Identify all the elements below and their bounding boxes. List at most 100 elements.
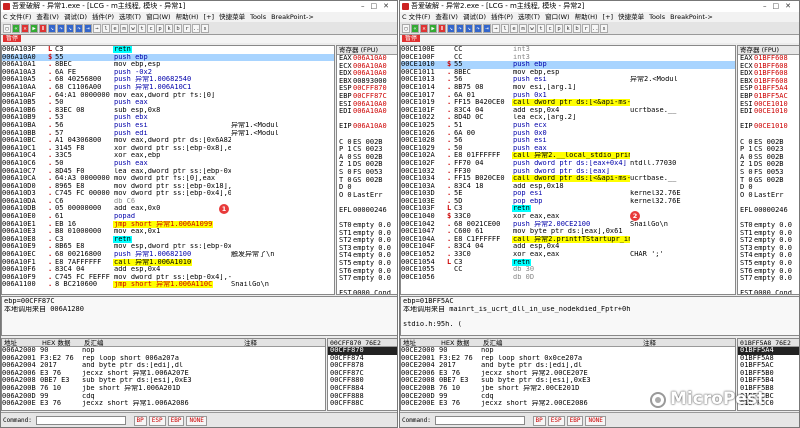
register-row[interactable]: Z 1DS 002B [337,161,397,169]
disasm-row[interactable]: 00CE102A. E8 01FFFFFF call 异常2.__local_std… [401,152,735,160]
disasm-row[interactable]: 00CE103D. 5E pop esi kernel32.76E [401,190,735,198]
stack-row[interactable]: 00CFF880 [328,377,397,385]
trace-over-icon[interactable]: ↷ [75,23,83,33]
stack-row[interactable]: 00CFF878 [328,362,397,370]
register-row[interactable]: ST4empty 0.0 [337,252,397,260]
dump-row[interactable]: 006A200E E3 76 jecxz short 异常1.006A2086 [2,400,325,408]
esp-button[interactable]: ESP [148,416,166,426]
dump-pane[interactable]: 地址 HEX 数据 反汇编 注释 006A2000 90 nop 006A2001 F3:E2 … [1,338,326,411]
step-over-icon[interactable]: ↷ [456,23,464,33]
toolbar-letter-button[interactable]: s [600,23,608,33]
command-bar[interactable]: Command: BP ESP EBP NONE [400,412,799,427]
step-into-icon[interactable]: ↘ [48,23,56,33]
toolbar-letter-button[interactable]: c [546,23,554,33]
toolbar-letter-button[interactable]: k [165,23,173,33]
register-row[interactable]: T 0GS 002B [337,177,397,185]
disasm-row[interactable]: 00CE1054 L C3 retn [401,258,735,267]
stack-row[interactable]: 00CFF870 [328,347,397,355]
disasm-row[interactable]: 00CE104F. 83C4 04 add esp,0x4 [401,243,735,251]
toolbar-letter-button[interactable]: w [129,23,137,33]
disasm-row[interactable]: 00CE1017. 6A 01 push 0x1 [401,91,735,100]
toolbar[interactable]: ▢ «✕ ▶ Ⅱ ↘ ↷ ↘ ↷ ⇥ → l e m w t c p k b r... s [400,22,799,35]
disasm-row[interactable]: 00CE103F L C3 retn [401,205,735,213]
toolbar-letter-button[interactable]: k [564,23,572,33]
none-button[interactable]: NONE [585,416,606,426]
toolbar-letter-button[interactable]: ... [192,23,203,33]
disasm-row[interactable]: 00CE1013. 56 push esi 异常2.<Modul [401,76,735,84]
restart-icon[interactable]: « [12,23,20,33]
register-row[interactable]: ST3empty 0.0 [337,245,397,253]
dump-row[interactable]: 00CE2001 F3:E2 76 rep loop short 0x0ce207a [401,355,735,363]
dump-row[interactable]: 00CE2006 E3 76 jecxz short 异常2.00CE207E [401,370,735,378]
register-row[interactable]: ST6empty 0.0 [337,268,397,276]
register-row[interactable]: EDI006A10A0 [337,108,397,116]
command-input[interactable] [35,416,126,425]
register-row[interactable]: EFL00000246 [738,207,799,215]
register-row[interactable]: O 0LastErr [337,192,397,200]
toolbar-letter-button[interactable]: ... [591,23,602,33]
disasm-row[interactable]: 00CE1022. 8D4D 0C lea ecx,[arg.2] [401,114,735,122]
disasm-row[interactable]: 00CE1056 db 0D [401,274,735,282]
register-row[interactable]: C 0ES 002B [738,139,799,147]
toolbar-letter-button[interactable]: c [147,23,155,33]
dump-row[interactable]: 006A200D 99 cdq [2,393,325,401]
disasm-row[interactable]: 00CE1019. FF15 B420CE0 call dword ptr ds:[… [401,99,735,107]
toolbar-letter-button[interactable]: t [537,23,545,33]
register-row[interactable]: ST5empty 0.0 [337,260,397,268]
dump-column-header[interactable]: HEX 数据 [40,339,82,347]
menu-item[interactable]: 查看(V) [435,13,458,21]
register-row[interactable]: ST4empty 0.0 [738,252,799,260]
menu-item[interactable]: Tools [649,13,665,21]
stack-row[interactable]: 00CFF874 [328,355,397,363]
toolbar-letter-button[interactable]: p [156,23,164,33]
register-row[interactable]: Z 1DS 002B [738,161,799,169]
menu-item[interactable]: 选项(T) [518,13,540,21]
goto-icon[interactable]: → [492,23,500,33]
dump-column-header[interactable]: 地址 [2,339,40,347]
disasm-row[interactable]: 00CE1011. 8BEC mov ebp,esp [401,68,735,77]
dump-column-header[interactable]: 注释 [242,339,302,347]
esp-button[interactable]: ESP [547,416,565,426]
menu-item[interactable]: [+] [603,13,614,21]
bp-button[interactable]: BP [532,416,546,426]
menu-item[interactable]: C 文件(F) [3,13,31,21]
toolbar[interactable]: ▢ «✕ ▶ Ⅱ ↘ ↷ ↘ ↷ ⇥ → l e m w t c p k b r... s [1,22,397,35]
disasm-row[interactable]: 00CE1025. 51 push ecx [401,121,735,130]
toolbar-letter-button[interactable]: b [573,23,581,33]
debugger-window-right[interactable]: 吾爱破解 - 异常2.exe - [LCG - m主线程, 模块 - 异常2] … [399,0,800,428]
register-row[interactable] [738,116,799,124]
register-row[interactable]: EFL00000246 [337,207,397,215]
register-row[interactable]: EBX00893000 [337,78,397,86]
registers-pane[interactable]: 寄存器 (FPU) EAX01BFF608 ECX01BFF608 EDX01BFF… [737,45,799,295]
register-row[interactable]: EIP00CE1010 [738,123,799,131]
register-row[interactable]: D 0 [738,184,799,192]
disasm-row[interactable]: 00CE1047. C600 61 mov byte ptr ds:[eax],0x… [401,228,735,236]
register-row[interactable]: FST0000 Cond [738,290,799,294]
register-row[interactable]: EBX01BFF608 [738,78,799,86]
register-row[interactable]: ST6empty 0.0 [738,268,799,276]
step-into-icon[interactable]: ↘ [447,23,455,33]
dump-row[interactable]: 006A2001 F3:E2 76 rep loop short 006a207a [2,355,325,363]
register-row[interactable] [738,131,799,139]
register-row[interactable]: P 1CS 0023 [738,146,799,154]
disasm-row[interactable]: 00CE103E. 5D pop ebp kernel32.76E [401,197,735,206]
toolbar-letter-button[interactable]: s [201,23,209,33]
restart-icon[interactable]: « [411,23,419,33]
toolbar-letter-button[interactable]: b [174,23,182,33]
menu-item[interactable]: Tools [250,13,266,21]
dump-row[interactable]: 006A2008 0BE7 E3 sub byte ptr ds:[esi],0xE… [2,377,325,385]
execute-till-return-icon[interactable]: ⇥ [84,23,92,33]
disasm-row[interactable]: 00CE1052. 33C0 xor eax,eax CHAR ';' [401,250,735,259]
register-row[interactable] [337,116,397,124]
register-row[interactable] [337,131,397,139]
window-controls[interactable]: –□✕ [361,1,395,12]
toolbar-letter-button[interactable]: l [501,23,509,33]
disasm-row[interactable]: 00CE1042. 68 0021CE00 push 异常2.00CE2100 Sna… [401,220,735,229]
execute-till-return-icon[interactable]: ⇥ [483,23,491,33]
register-row[interactable]: EAX01BFF608 [738,55,799,63]
toolbar-letter-button[interactable]: t [138,23,146,33]
register-row[interactable]: D 0 [337,184,397,192]
menu-item[interactable]: [+] [204,13,215,21]
step-over-icon[interactable]: ↷ [57,23,65,33]
command-bar[interactable]: Command: BP ESP EBP NONE [1,412,397,427]
